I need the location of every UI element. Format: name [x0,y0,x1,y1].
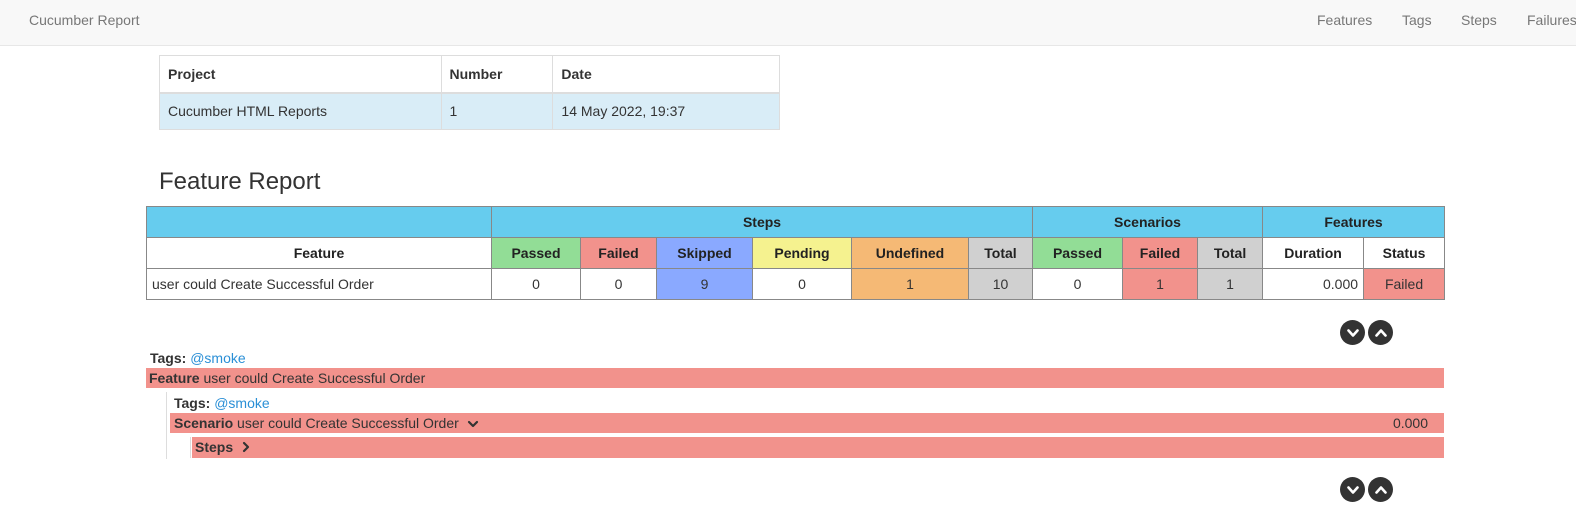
project-header: Project [159,55,442,94]
feature-column-header[interactable]: Feature [146,237,492,269]
chevron-down-icon[interactable] [1340,320,1365,345]
steps-total-header[interactable]: Total [968,237,1033,269]
table-row: user could Create Successful Order 0 0 9… [146,268,1446,300]
nav-link-features[interactable]: Features [1317,12,1372,28]
feature-keyword: Feature [149,370,200,386]
project-value: Cucumber HTML Reports [159,92,442,130]
scenario-tags: Tags: @smoke [174,395,270,411]
number-header: Number [440,55,554,94]
scenarios-failed-cell: 1 [1122,268,1198,300]
steps-group-header: Steps [491,206,1033,238]
scenario-title: user could Create Successful Order [237,415,459,431]
blank-group-header [146,206,492,238]
nav-link-failures[interactable]: Failures [1527,12,1576,28]
status-cell: Failed [1363,268,1446,300]
steps-passed-cell: 0 [491,268,581,300]
scenario-bar[interactable]: Scenario user could Create Successful Or… [170,413,1444,433]
feature-title: user could Create Successful Order [203,370,426,386]
chevron-right-icon[interactable] [241,438,251,458]
feature-tags: Tags: @smoke [150,350,246,366]
steps-toggle[interactable]: Steps [192,437,1444,458]
expand-collapse-controls-bottom [1340,477,1394,503]
chevron-up-icon[interactable] [1368,477,1393,502]
steps-skipped-header[interactable]: Skipped [656,237,753,269]
feature-stats-table: Steps Scenarios Features Feature Passed … [146,206,1446,300]
duration-cell: 0.000 [1262,268,1365,300]
status-header[interactable]: Status [1363,237,1446,269]
feature-name-link[interactable]: user could Create Successful Order [146,268,492,300]
steps-undefined-cell: 1 [851,268,969,300]
steps-passed-header[interactable]: Passed [491,237,581,269]
steps-undefined-header[interactable]: Undefined [851,237,969,269]
steps-label: Steps [195,439,234,455]
nav-link-steps[interactable]: Steps [1461,12,1497,28]
steps-pending-cell: 0 [752,268,852,300]
report-title: Feature Report [159,168,321,195]
steps-failed-header[interactable]: Failed [580,237,657,269]
feature-tag-link[interactable]: @smoke [190,350,245,366]
scenario-tag-link[interactable]: @smoke [214,395,269,411]
tags-label: Tags: [174,395,211,411]
scenarios-passed-cell: 0 [1032,268,1123,300]
scenarios-total-cell: 1 [1196,268,1264,300]
number-value: 1 [440,92,554,130]
nav-link-tags[interactable]: Tags [1402,12,1432,28]
chevron-down-icon[interactable] [467,414,479,434]
date-header: Date [552,55,780,94]
scenarios-failed-header[interactable]: Failed [1122,237,1198,269]
scenarios-passed-header[interactable]: Passed [1032,237,1123,269]
navbar: Cucumber Report Features Tags Steps Fail… [0,0,1576,46]
duration-header[interactable]: Duration [1262,237,1365,269]
scenario-duration: 0.000 [1392,415,1428,431]
chevron-down-icon[interactable] [1340,477,1365,502]
scenarios-total-header[interactable]: Total [1196,237,1264,269]
nesting-line [166,392,167,459]
navbar-brand[interactable]: Cucumber Report [29,12,140,28]
scenarios-group-header: Scenarios [1031,206,1264,238]
steps-skipped-cell: 9 [656,268,753,300]
expand-collapse-controls-top [1340,320,1394,346]
steps-failed-cell: 0 [580,268,657,300]
steps-pending-header[interactable]: Pending [752,237,852,269]
feature-bar[interactable]: Feature user could Create Successful Ord… [146,368,1444,388]
steps-total-cell: 10 [968,268,1033,300]
scenario-keyword: Scenario [174,415,234,431]
features-group-header: Features [1262,206,1446,238]
chevron-up-icon[interactable] [1368,320,1393,345]
date-value: 14 May 2022, 19:37 [552,92,780,130]
tags-label: Tags: [150,350,187,366]
project-info-table: Project Number Date Cucumber HTML Report… [159,55,780,130]
nesting-line [190,437,191,458]
